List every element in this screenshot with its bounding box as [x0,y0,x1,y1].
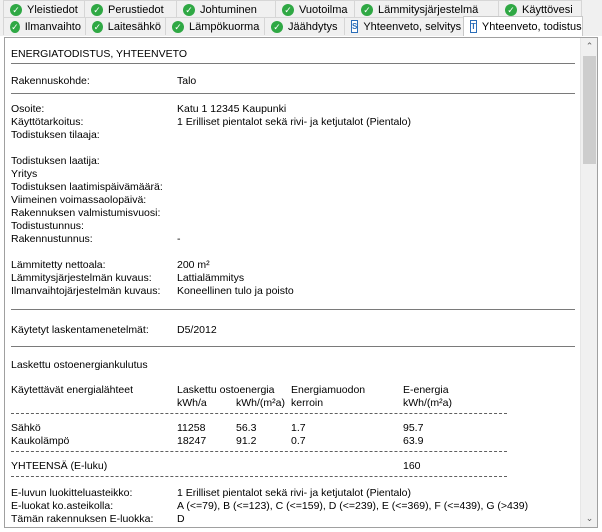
tab-yleistiedot[interactable]: ✓ Yleistiedot [3,0,85,18]
check-icon: ✓ [271,20,283,33]
divider [11,93,575,94]
yritys-label: Yritys [11,168,38,180]
ilmanvaihto-label: Ilmanvaihtojärjestelmän kuvaus: [11,285,161,297]
total-value: 160 [403,460,421,472]
tilaaja-label: Todistuksen tilaaja: [11,129,100,141]
eluokat-value: A (<=79), B (<=123), C (<=159), D (<=239… [177,500,529,512]
laatimispaiva-label: Todistuksen laatimispäivämäärä: [11,181,163,193]
menetelmat-label: Käytetyt laskentamenetelmät: [11,324,149,336]
nettoala-label: Lämmitetty nettoala: [11,259,106,271]
row-e: 95.7 [403,422,424,434]
tab-jaahdytys[interactable]: ✓ Jäähdytys [264,17,345,35]
row-kwha: 11258 [177,422,206,434]
rakennuskohde-value: Talo [177,75,197,87]
tab-johtuminen[interactable]: ✓ Johtuminen [176,0,276,18]
check-icon: ✓ [92,20,103,33]
report-title: ENERGIATODISTUS, YHTEENVETO [11,48,188,60]
check-icon: ✓ [183,3,195,16]
divider [11,63,575,64]
dashed-divider [11,476,507,477]
check-icon: ✓ [361,3,373,16]
report-content: ENERGIATODISTUS, YHTEENVETO Rakennuskohd… [11,44,575,524]
voimassaolo-label: Viimeinen voimassaolopäivä: [11,194,147,206]
osoite-value: Katu 1 12345 Kaupunki [177,103,287,115]
kayttotarkoitus-label: Käyttötarkoitus: [11,116,84,128]
tab-perustiedot[interactable]: ✓ Perustiedot [84,0,177,18]
check-icon: ✓ [282,3,294,16]
tab-strip: ✓ Yleistiedot ✓ Perustiedot ✓ Johtuminen ✓ V… [0,0,602,36]
row-source: Sähkö [11,422,41,434]
tab-row-2: ✓ Ilmanvaihto ✓ Laitesähkö ✓ Lämpökuorma ✓ J… [3,16,583,36]
ilmanvaihto-value: Koneellinen tulo ja poisto [177,285,294,297]
tab-yhteenveto-todistus[interactable]: T Yhteenveto, todistus [463,16,583,36]
report-panel: ENERGIATODISTUS, YHTEENVETO Rakennuskohd… [4,37,598,528]
row-kerroin: 1.7 [291,422,306,434]
rakennustunnus-label: Rakennustunnus: [11,233,93,245]
lammitys-label: Lämmitysjärjestelmän kuvaus: [11,272,152,284]
tab-vuotoilma[interactable]: ✓ Vuotoilma [275,0,355,18]
unit-kwhm2a: kWh/(m²a) [236,397,285,409]
todistustunnus-label: Todistustunnus: [11,220,84,232]
row-kerroin: 0.7 [291,435,306,447]
check-icon: ✓ [172,20,184,33]
total-label: YHTEENSÄ (E-luku) [11,460,108,472]
eluokat-label: E-luokat ko.asteikolla: [11,500,114,512]
tab-ilmanvaihto[interactable]: ✓ Ilmanvaihto [3,17,86,35]
row-e: 63.9 [403,435,424,447]
row-source: Kaukolämpö [11,435,70,447]
valmistumisvuosi-label: Rakennuksen valmistumisvuosi: [11,207,161,219]
oma-luokka-label: Tämän rakennuksen E-luokka: [11,513,154,524]
tab-laitesahko[interactable]: ✓ Laitesähkö [85,17,166,35]
row-kwha: 18247 [177,435,207,447]
scroll-down-icon[interactable]: ⌄ [581,510,598,527]
tab-yhteenveto-selvitys[interactable]: S Yhteenveto, selvitys [344,17,464,35]
vertical-scrollbar[interactable]: ⌃ ⌄ [580,38,597,527]
unit-kerroin: kerroin [291,397,324,409]
luokitteluasteikko-label: E-luvun luokitteluasteikko: [11,487,133,499]
col-eenergia: E-energia [403,384,449,396]
tab-lampokuorma[interactable]: ✓ Lämpökuorma [165,17,265,35]
row-kwhm2: 91.2 [236,435,257,447]
luokitteluasteikko-value: 1 Erilliset pientalot sekä rivi- ja ketj… [177,487,412,499]
oma-luokka-value: D [177,513,185,524]
scroll-up-icon[interactable]: ⌃ [581,38,598,55]
laatija-label: Todistuksen laatija: [11,155,100,167]
nettoala-value: 200 m² [177,259,210,271]
lammitys-value: Lattialämmitys [177,272,245,284]
divider [11,346,575,347]
divider [11,309,575,310]
document-icon: T [470,20,477,33]
kayttotarkoitus-value: 1 Erilliset pientalot sekä rivi- ja ketj… [177,116,412,128]
check-icon: ✓ [10,3,22,16]
col-lahteet: Käytettävät energialähteet [11,384,134,396]
unit-kwha: kWh/a [177,397,207,409]
rakennustunnus-value: - [177,233,181,245]
unit-e: kWh/(m²a) [403,397,452,409]
ostoenergia-heading: Laskettu ostoenergiankulutus [11,359,148,371]
dashed-divider [11,413,507,414]
check-icon: ✓ [10,20,20,33]
row-kwhm2: 56.3 [236,422,257,434]
col-kerroin: Energiamuodon [291,384,366,396]
check-icon: ✓ [91,3,103,16]
document-icon: S [351,20,359,33]
check-icon: ✓ [505,3,517,16]
col-ostoenergia: Laskettu ostoenergia [177,384,275,396]
rakennuskohde-label: Rakennuskohde: [11,75,90,87]
dashed-divider [11,451,507,452]
menetelmat-value: D5/2012 [177,324,217,336]
scroll-thumb[interactable] [583,56,596,164]
osoite-label: Osoite: [11,103,45,115]
